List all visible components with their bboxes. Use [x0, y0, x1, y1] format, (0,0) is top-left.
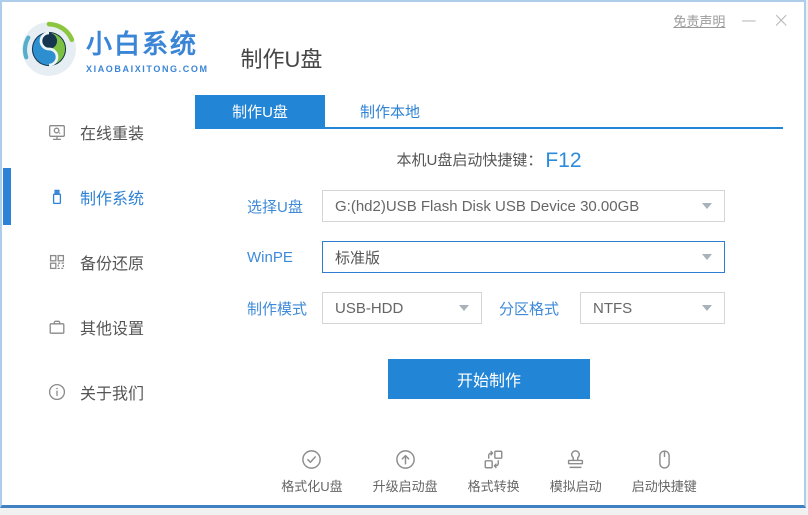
mode-partition-row: 制作模式 USB-HDD 分区格式 NTFS [247, 292, 783, 324]
usb-select-row: 选择U盘 G:(hd2)USB Flash Disk USB Device 30… [247, 190, 783, 222]
partition-select-label: 分区格式 [499, 300, 560, 318]
sidebar-item-label: 备份还原 [80, 255, 145, 273]
tool-upgrade-boot-disk[interactable]: 升级启动盘 [373, 448, 438, 495]
winpe-select-label: WinPE [247, 248, 293, 266]
active-indicator [3, 168, 11, 225]
minimize-button[interactable]: — [741, 13, 756, 28]
brand-block: 小白系统 XIAOBAIXITONG.COM [86, 24, 209, 74]
tool-label: 启动快捷键 [631, 479, 697, 494]
check-circle-icon [302, 450, 322, 469]
tool-label: 升级启动盘 [372, 479, 438, 494]
mode-select-label: 制作模式 [247, 300, 308, 318]
chevron-down-icon [702, 203, 712, 209]
tool-simulate-boot[interactable]: 模拟启动 [550, 448, 602, 495]
chevron-down-icon [459, 305, 469, 311]
usb-select-label: 选择U盘 [247, 198, 303, 216]
sidebar-item-about-us[interactable]: 关于我们 [2, 359, 195, 424]
sidebar-item-make-system[interactable]: 制作系统 [2, 164, 195, 229]
tab-bar: 制作U盘 制作本地 [195, 95, 783, 129]
sidebar-item-other-settings[interactable]: 其他设置 [2, 294, 195, 359]
boot-hotkey-value: F12 [545, 149, 582, 172]
tab-make-usb[interactable]: 制作U盘 [195, 95, 325, 127]
monitor-icon [49, 124, 65, 140]
winpe-select-dropdown[interactable]: 标准版 [322, 241, 725, 273]
mode-select-value: USB-HDD [335, 299, 404, 317]
mode-select-dropdown[interactable]: USB-HDD [322, 292, 482, 324]
tab-make-local[interactable]: 制作本地 [325, 95, 455, 127]
partition-select-dropdown[interactable]: NTFS [580, 292, 725, 324]
titlebar-controls: 免责声明 — × [673, 10, 790, 31]
info-circle-icon [48, 383, 66, 400]
brand-domain: XIAOBAIXITONG.COM [86, 63, 209, 74]
tool-label: 格式化U盘 [281, 479, 343, 494]
sidebar-item-label: 在线重装 [80, 125, 145, 143]
page-title: 制作U盘 [240, 46, 323, 72]
convert-squares-icon [484, 450, 503, 469]
brand-name: 小白系统 [86, 28, 199, 59]
usb-drive-icon [52, 189, 62, 204]
sidebar-item-backup-restore[interactable]: 备份还原 [2, 229, 195, 294]
winpe-select-row: WinPE 标准版 [247, 241, 783, 273]
close-button[interactable]: × [772, 10, 790, 31]
chevron-down-icon [702, 305, 712, 311]
mouse-icon [658, 450, 670, 469]
start-make-button[interactable]: 开始制作 [388, 359, 590, 399]
tool-format-convert[interactable]: 格式转换 [468, 448, 520, 495]
sidebar: 在线重装 制作系统 备份还原 其他设置 关于我们 [2, 95, 195, 505]
tools-bar: 格式化U盘 升级启动盘 格式转换 模拟启动 启动快捷键 [195, 448, 783, 495]
boot-hotkey-line: 本机U盘启动快捷键： F12 [195, 149, 783, 175]
chevron-down-icon [702, 254, 712, 260]
briefcase-icon [49, 320, 65, 334]
usb-form: 选择U盘 G:(hd2)USB Flash Disk USB Device 30… [195, 190, 783, 324]
backup-grid-icon [49, 254, 65, 269]
tool-boot-hotkey[interactable]: 启动快捷键 [632, 448, 697, 495]
app-logo: 小白系统 XIAOBAIXITONG.COM [20, 20, 209, 78]
winpe-select-value: 标准版 [335, 249, 381, 267]
sidebar-item-label: 其他设置 [80, 320, 145, 338]
app-window: 免责声明 — × 小白系统 XIAOBAIXITONG.COM 制作U盘 在线重… [0, 0, 806, 508]
sidebar-item-online-reinstall[interactable]: 在线重装 [2, 99, 195, 164]
sidebar-item-label: 制作系统 [80, 190, 145, 208]
arrow-up-circle-icon [395, 450, 415, 469]
main-content: 制作U盘 制作本地 本机U盘启动快捷键： F12 选择U盘 G:(hd2)USB … [195, 95, 804, 505]
stamp-icon [568, 450, 584, 469]
swirl-globe-icon [22, 21, 76, 76]
tool-format-usb[interactable]: 格式化U盘 [281, 448, 343, 495]
disclaimer-link[interactable]: 免责声明 [673, 11, 725, 30]
tool-label: 模拟启动 [549, 479, 602, 494]
usb-select-dropdown[interactable]: G:(hd2)USB Flash Disk USB Device 30.00GB [322, 190, 725, 222]
usb-select-value: G:(hd2)USB Flash Disk USB Device 30.00GB [335, 197, 640, 215]
boot-hotkey-label: 本机U盘启动快捷键： [396, 152, 543, 169]
tool-label: 格式转换 [467, 479, 520, 494]
sidebar-item-label: 关于我们 [80, 385, 145, 403]
partition-select-value: NTFS [593, 299, 633, 317]
